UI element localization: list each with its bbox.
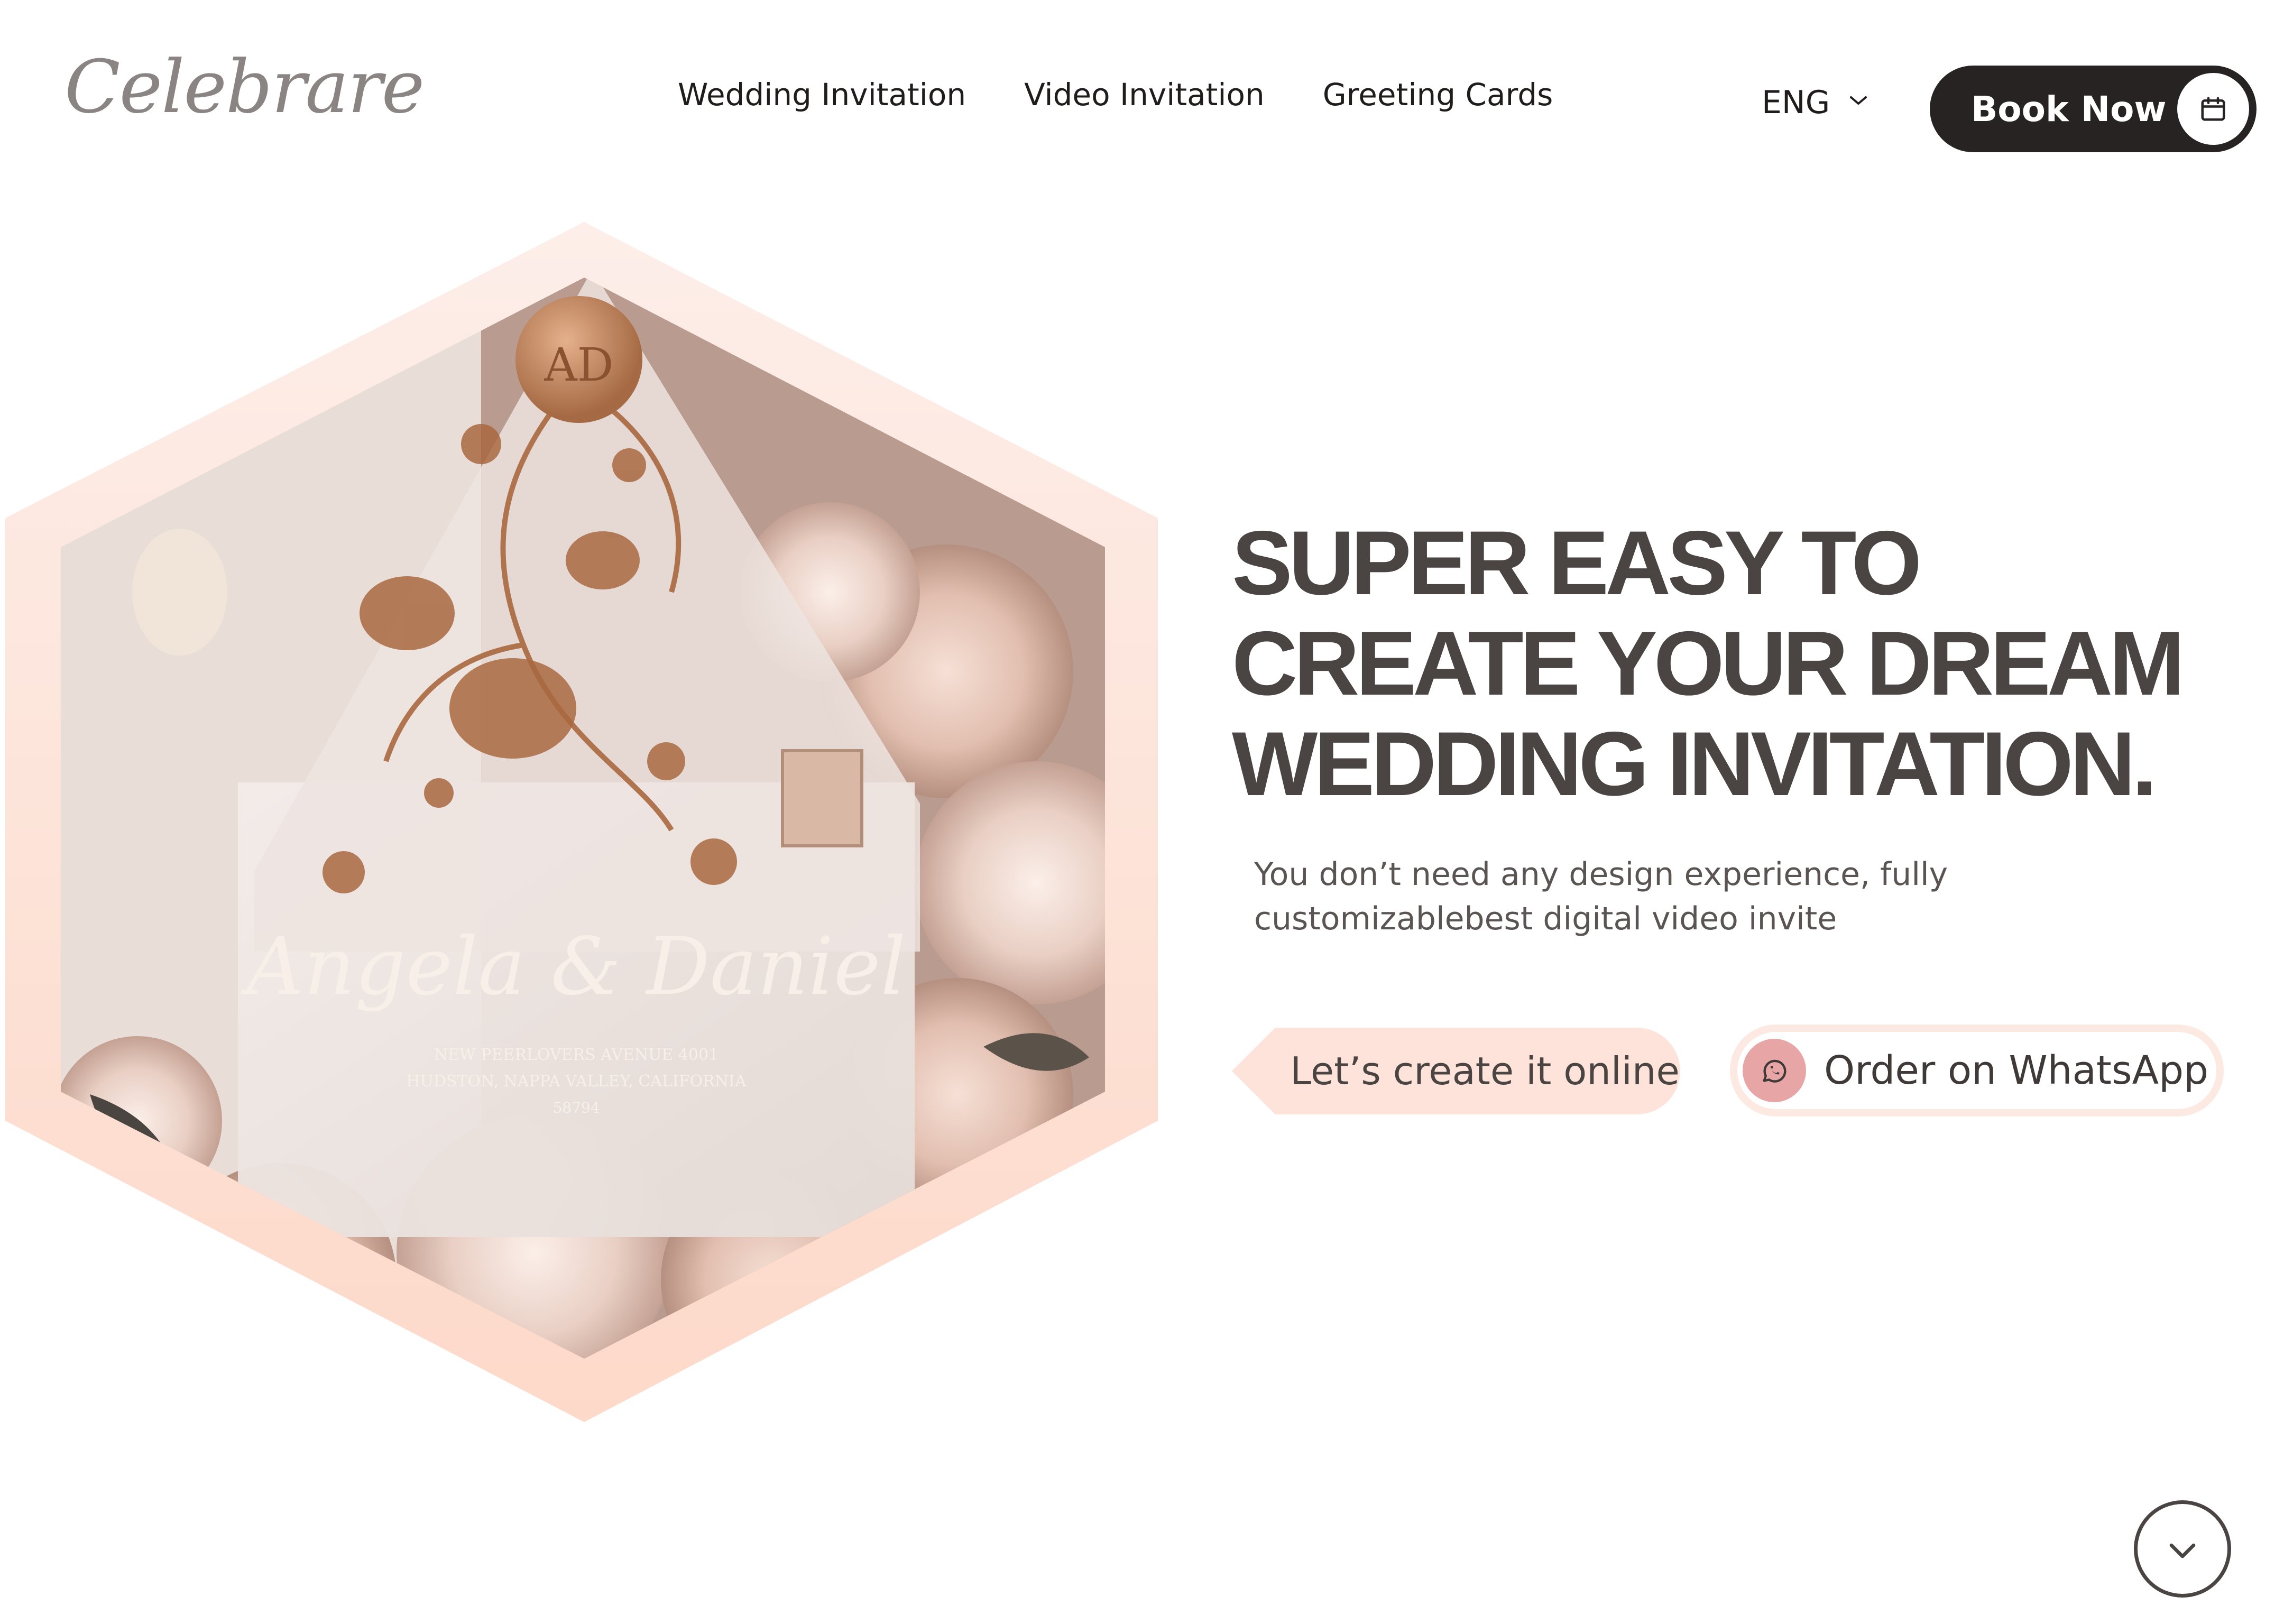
seal-monogram: AD xyxy=(544,339,613,392)
calendar-icon xyxy=(2177,73,2249,145)
whatsapp-label: Order on WhatsApp xyxy=(1824,1048,2209,1093)
nav-greeting-cards[interactable]: Greeting Cards xyxy=(1323,79,1553,110)
chevron-down-icon xyxy=(1846,87,1871,118)
invitation-address-line-1: NEW PEERLOVERS AVENUE 4001 xyxy=(434,1046,719,1064)
scroll-down-button[interactable] xyxy=(2134,1500,2231,1598)
book-now-button[interactable]: Book Now xyxy=(1930,66,2257,152)
hero-subtext: You don’t need any design experience, fu… xyxy=(1254,856,1948,937)
create-online-label: Let’s create it online xyxy=(1290,1049,1680,1093)
landing-page: Celebrare Wedding Invitation Video Invit… xyxy=(0,0,2284,1624)
hero-headline: SUPER EASY TO CREATE YOUR DREAM WEDDING … xyxy=(1232,512,2185,815)
book-now-label: Book Now xyxy=(1971,88,2167,130)
whatsapp-icon xyxy=(1743,1039,1806,1102)
chevron-down-icon xyxy=(2163,1525,2202,1573)
hero-image: AD Angela & Daniel NEW PEERLOVERS AVENUE… xyxy=(5,222,1163,1425)
nav-wedding-invitation[interactable]: Wedding Invitation xyxy=(678,79,966,110)
invitation-address-line-3: 58794 xyxy=(552,1099,600,1116)
order-whatsapp-button[interactable]: Order on WhatsApp xyxy=(1730,1025,2224,1116)
brand-logo[interactable]: Celebrare xyxy=(65,51,425,124)
nav-video-invitation[interactable]: Video Invitation xyxy=(1024,79,1265,110)
create-online-button[interactable]: Let’s create it online xyxy=(1232,1028,1680,1114)
invitation-address-line-2: HUDSTON, NAPPA VALLEY, CALIFORNIA xyxy=(407,1072,747,1091)
invitation-names: Angela & Daniel xyxy=(240,921,906,1013)
main-nav: Wedding Invitation Video Invitation Gree… xyxy=(678,79,1553,110)
language-selector[interactable]: ENG xyxy=(1762,87,1871,118)
language-label: ENG xyxy=(1762,84,1830,121)
